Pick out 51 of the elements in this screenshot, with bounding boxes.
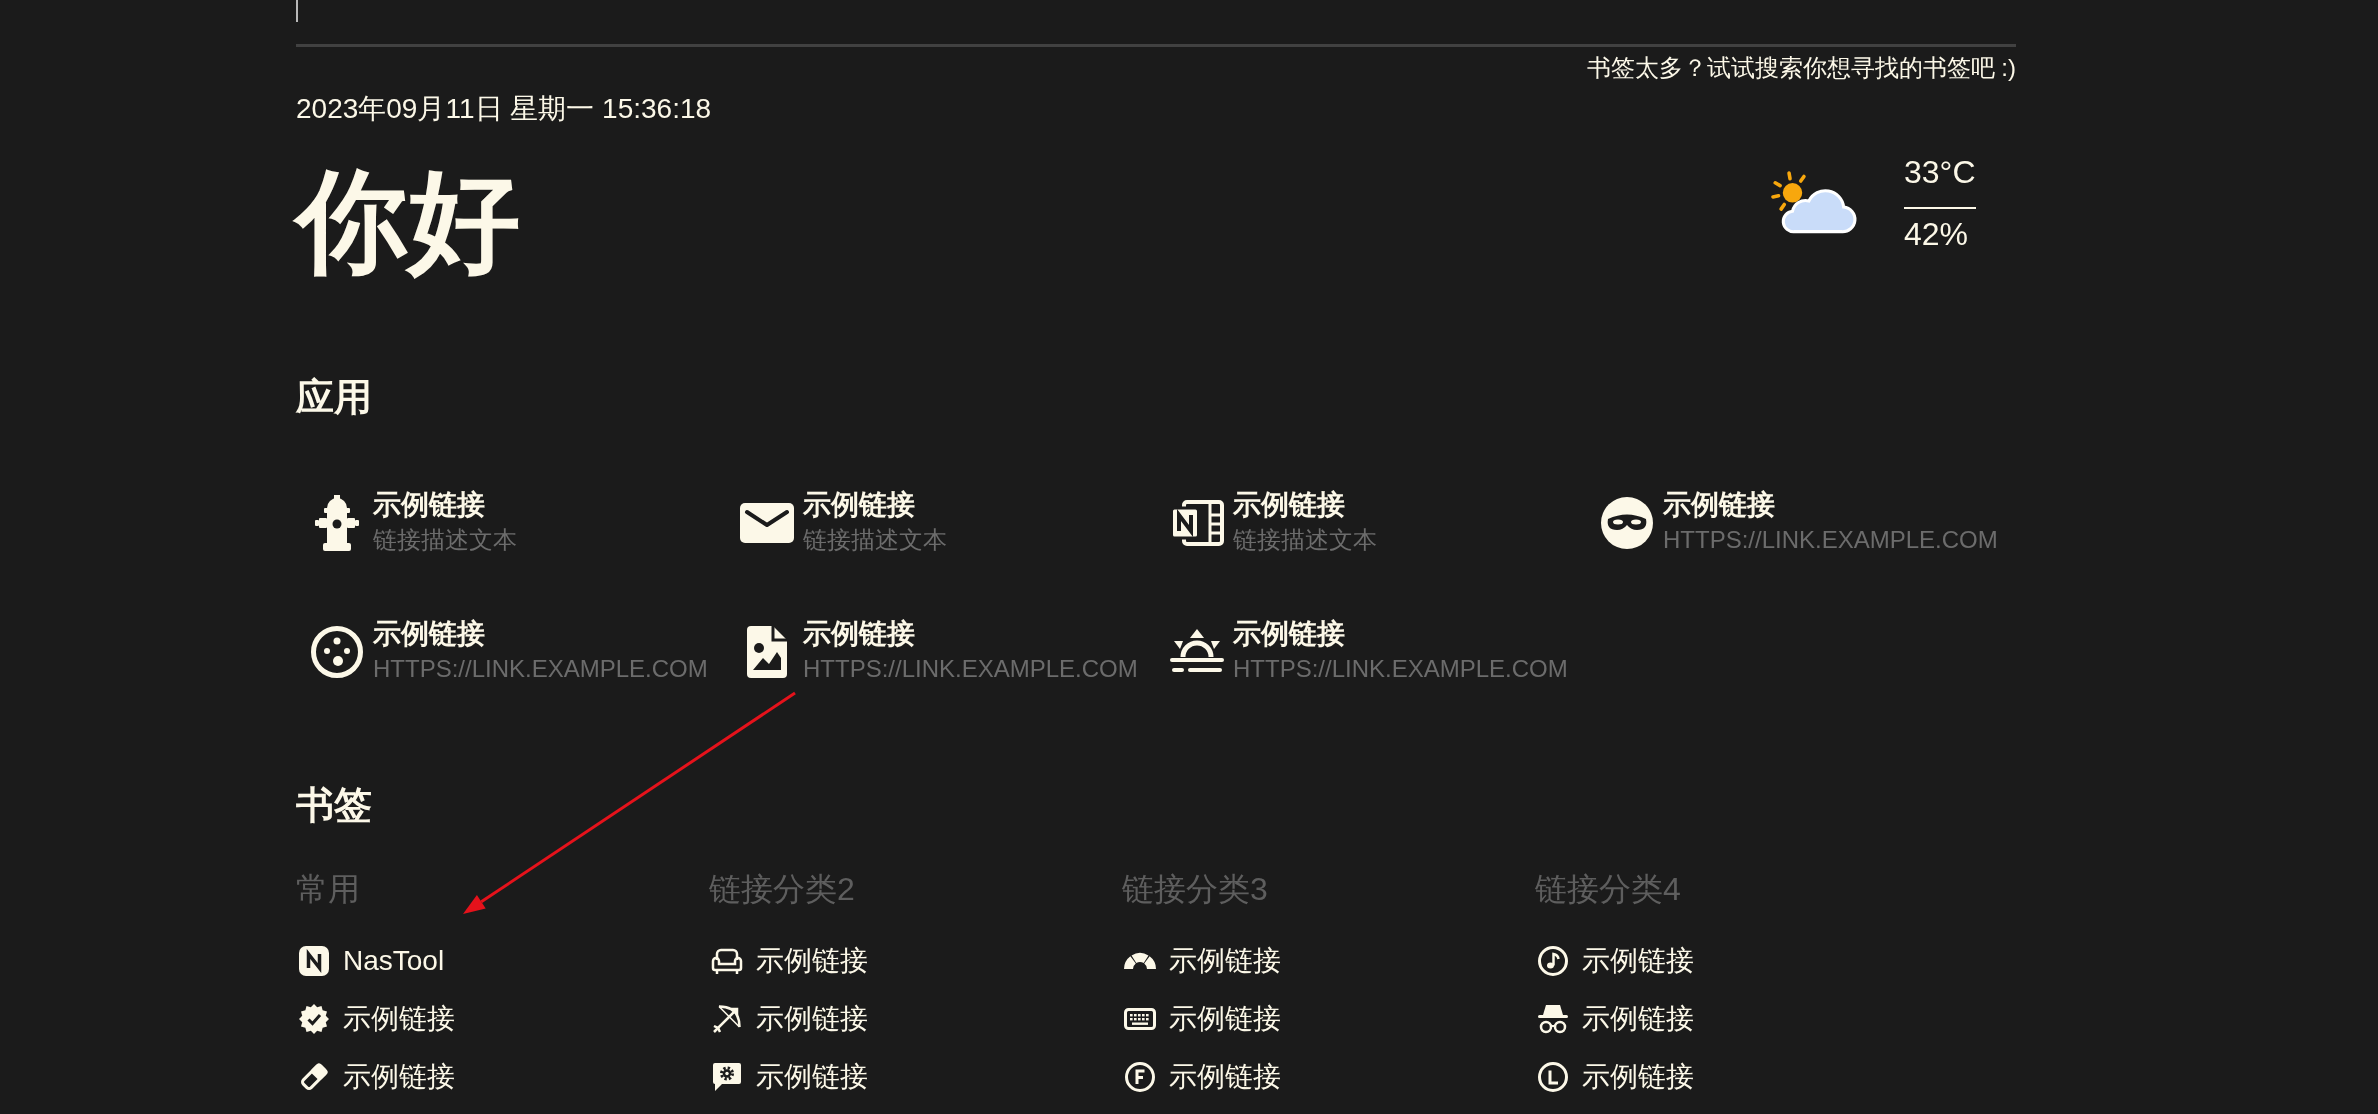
sunrise-icon bbox=[1170, 629, 1224, 675]
app-link[interactable]: 示例链接 HTTPS://LINK.EXAMPLE.COM bbox=[741, 617, 1138, 687]
category-title: 链接分类2 bbox=[709, 870, 855, 909]
music-note-icon bbox=[1538, 946, 1568, 976]
app-link[interactable]: 示例链接 HTTPS://LINK.EXAMPLE.COM bbox=[1171, 617, 1568, 687]
bookmark-link[interactable]: 示例链接 bbox=[1125, 941, 1281, 981]
bookmark-link[interactable]: 示例链接 bbox=[1538, 999, 1694, 1039]
humidity-text: 42% bbox=[1904, 215, 1969, 253]
bookmark-link[interactable]: 示例链接 bbox=[1538, 1057, 1694, 1097]
bookmark-link[interactable]: 示例链接 bbox=[1538, 941, 1694, 981]
temperature-text: 33°C bbox=[1904, 153, 1976, 191]
app-link[interactable]: 示例链接 链接描述文本 bbox=[311, 488, 517, 558]
bookmark-link[interactable]: 示例链接 bbox=[712, 941, 868, 981]
app-link[interactable]: 示例链接 HTTPS://LINK.EXAMPLE.COM bbox=[311, 617, 708, 687]
message-gear-icon bbox=[712, 1062, 742, 1092]
letter-n-icon bbox=[299, 946, 329, 976]
text-cursor-icon bbox=[296, 0, 298, 22]
search-hint-text: 书签太多？试试搜索你想寻找的书签吧 :) bbox=[1586, 53, 2016, 83]
bookmark-link[interactable]: NasTool bbox=[299, 941, 445, 981]
bookmark-link[interactable]: 示例链接 bbox=[712, 1057, 868, 1097]
fire-hydrant-icon bbox=[315, 495, 359, 551]
bookmark-link[interactable]: 示例链接 bbox=[299, 999, 455, 1039]
keyboard-icon bbox=[1124, 1008, 1156, 1030]
image-file-icon bbox=[747, 626, 787, 678]
sofa-icon bbox=[711, 948, 743, 974]
letter-l-circle-icon bbox=[1538, 1062, 1568, 1092]
category-title: 链接分类3 bbox=[1122, 870, 1268, 909]
bookmark-link[interactable]: 示例链接 bbox=[712, 999, 868, 1039]
dotted-circle-icon bbox=[311, 626, 363, 678]
app-link[interactable]: 示例链接 链接描述文本 bbox=[741, 488, 947, 558]
date-time-text: 2023年09月11日 星期一 15:36:18 bbox=[296, 92, 712, 126]
notebook-icon bbox=[1170, 500, 1224, 546]
section-title: 书签 bbox=[296, 783, 372, 828]
hat-glasses-icon bbox=[1537, 1004, 1569, 1034]
section-title: 应用 bbox=[296, 375, 372, 420]
bookmark-link[interactable]: 示例链接 bbox=[1125, 999, 1281, 1039]
gauge-icon bbox=[1124, 952, 1156, 970]
app-link[interactable]: 示例链接 HTTPS://LINK.EXAMPLE.COM bbox=[1601, 488, 1998, 558]
verified-badge-icon bbox=[299, 1004, 329, 1034]
app-link[interactable]: 示例链接 链接描述文本 bbox=[1171, 488, 1377, 558]
category-title: 链接分类4 bbox=[1535, 870, 1681, 909]
bow-arrow-icon bbox=[712, 1004, 742, 1034]
letter-f-circle-icon bbox=[1125, 1062, 1155, 1092]
search-field[interactable] bbox=[296, 0, 2016, 47]
eraser-icon bbox=[299, 1062, 329, 1092]
mask-icon bbox=[1601, 497, 1653, 549]
bookmark-link[interactable]: 示例链接 bbox=[1125, 1057, 1281, 1097]
bookmark-link[interactable]: 示例链接 bbox=[299, 1057, 455, 1097]
envelope-icon bbox=[740, 503, 794, 543]
sun-cloud-icon bbox=[1770, 170, 1858, 236]
category-title: 常用 bbox=[296, 870, 360, 909]
